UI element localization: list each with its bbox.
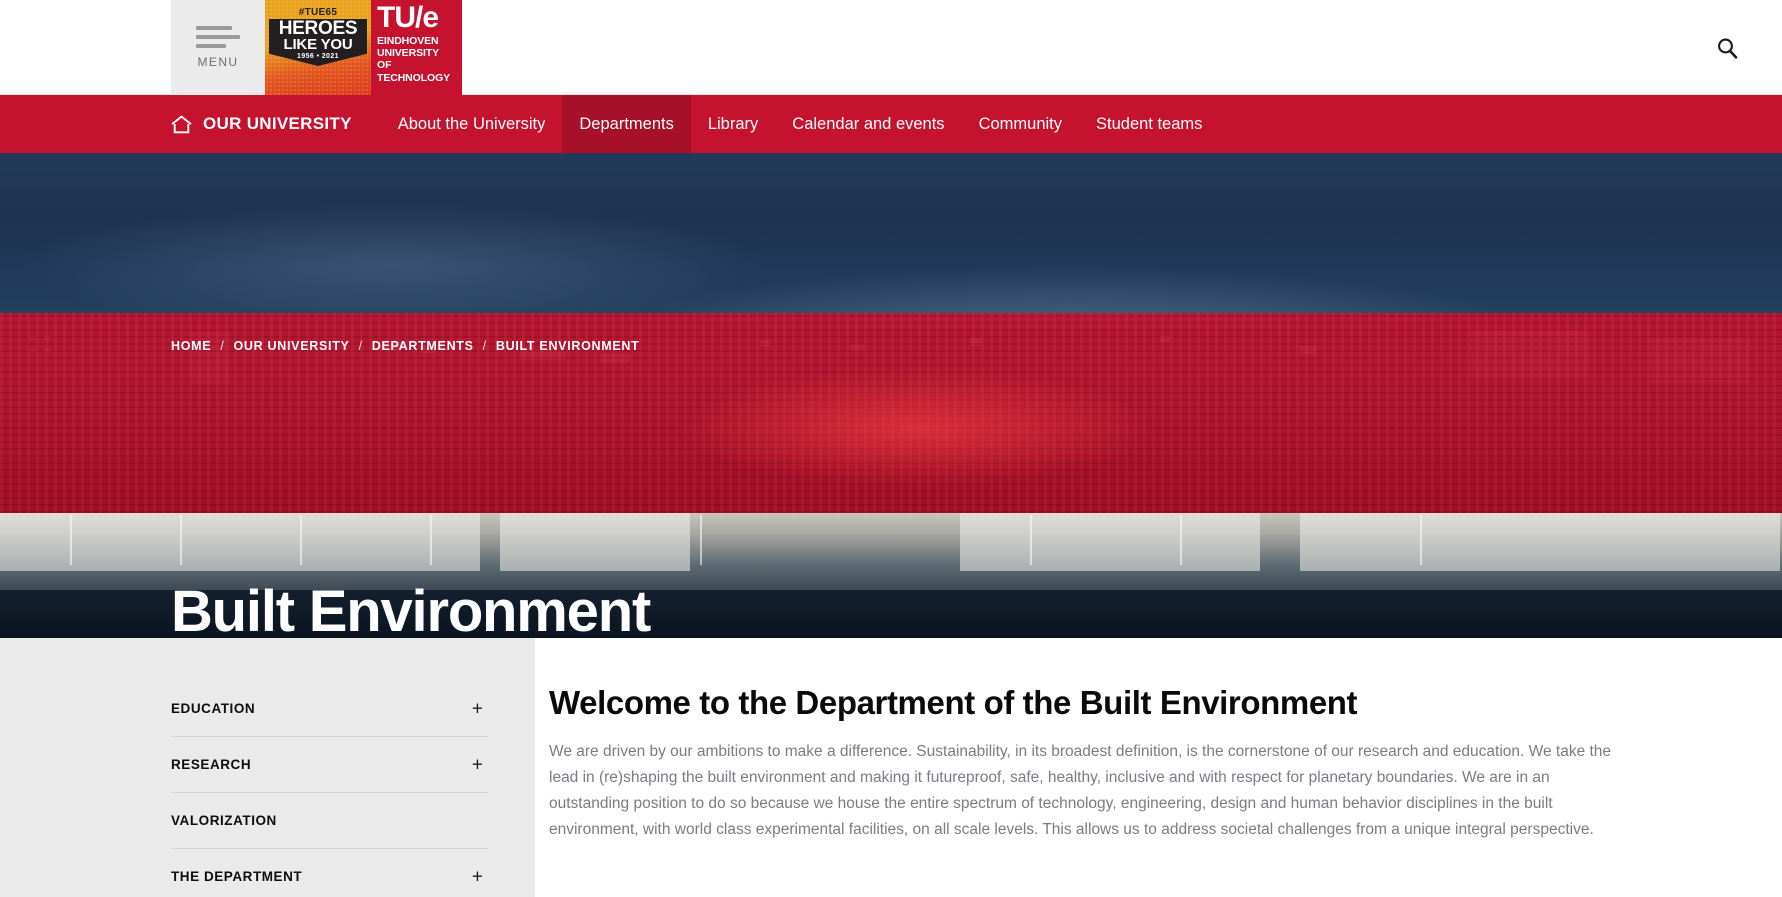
- badge-line-1: HEROES: [278, 18, 358, 39]
- search-button[interactable]: [1672, 0, 1782, 95]
- sidebar-item-the-department[interactable]: THE DEPARTMENT +: [171, 849, 488, 897]
- hamburger-icon: [196, 26, 240, 48]
- badge-years: 1956 • 2021: [297, 53, 339, 60]
- home-icon: [171, 115, 192, 133]
- site-header: MENU #TUE65 HEROES LIKE YOU 1956 • 2021 …: [0, 0, 1782, 95]
- search-icon: [1718, 38, 1738, 59]
- tue-wordmark: TU/e: [377, 1, 439, 34]
- badge-hashtag: #TUE65: [298, 7, 338, 18]
- sidebar-item-research[interactable]: RESEARCH +: [171, 737, 488, 793]
- breadcrumb: HOME / OUR UNIVERSITY / DEPARTMENTS / BU…: [171, 339, 639, 353]
- breadcrumb-separator: /: [358, 339, 363, 353]
- sidebar-menu: EDUCATION + RESEARCH + VALORIZATION THE …: [171, 681, 488, 897]
- breadcrumb-item[interactable]: HOME: [171, 339, 211, 353]
- sidebar-item-label: EDUCATION: [171, 701, 256, 716]
- breadcrumb-separator: /: [220, 339, 225, 353]
- sidebar: EDUCATION + RESEARCH + VALORIZATION THE …: [0, 638, 535, 897]
- page-root: MENU #TUE65 HEROES LIKE YOU 1956 • 2021 …: [0, 0, 1782, 897]
- primary-navigation: OUR UNIVERSITY About the University Depa…: [0, 95, 1782, 153]
- breadcrumb-item[interactable]: OUR UNIVERSITY: [234, 339, 350, 353]
- breadcrumb-separator: /: [482, 339, 487, 353]
- menu-button-label: MENU: [197, 55, 239, 69]
- nav-item-student-teams[interactable]: Student teams: [1079, 95, 1219, 153]
- sidebar-item-valorization[interactable]: VALORIZATION: [171, 793, 488, 849]
- hero-red-glow: [677, 368, 1158, 488]
- nav-item-library[interactable]: Library: [691, 95, 775, 153]
- welcome-heading: Welcome to the Department of the Built E…: [549, 684, 1358, 721]
- nav-item-departments[interactable]: Departments: [562, 95, 691, 153]
- menu-button[interactable]: MENU: [171, 0, 265, 95]
- sidebar-item-label: RESEARCH: [171, 757, 252, 772]
- plus-icon[interactable]: +: [472, 755, 483, 774]
- nav-item-community[interactable]: Community: [962, 95, 1079, 153]
- sidebar-item-education[interactable]: EDUCATION +: [171, 681, 488, 737]
- breadcrumb-item[interactable]: DEPARTMENTS: [372, 339, 474, 353]
- nav-item-calendar-and-events[interactable]: Calendar and events: [775, 95, 961, 153]
- page-content: EDUCATION + RESEARCH + VALORIZATION THE …: [0, 638, 1782, 897]
- hero-banner: HOME / OUR UNIVERSITY / DEPARTMENTS / BU…: [0, 153, 1782, 638]
- tue-logo-subtitle: EINDHOVEN UNIVERSITY OF TECHNOLOGY: [377, 35, 451, 84]
- breadcrumb-item-current: BUILT ENVIRONMENT: [495, 339, 640, 353]
- tue65-heroes-badge[interactable]: #TUE65 HEROES LIKE YOU 1956 • 2021: [265, 0, 371, 95]
- welcome-paragraph: We are driven by our ambitions to make a…: [549, 743, 1612, 838]
- nav-item-about-the-university[interactable]: About the University: [381, 95, 563, 153]
- nav-home-our-university[interactable]: OUR UNIVERSITY: [171, 95, 381, 153]
- page-title: Built Environment: [171, 579, 651, 639]
- tue-logo[interactable]: TU/e EINDHOVEN UNIVERSITY OF TECHNOLOGY: [371, 0, 462, 95]
- main-column: Welcome to the Department of the Built E…: [535, 638, 1782, 897]
- sidebar-item-label: THE DEPARTMENT: [171, 869, 303, 884]
- plus-icon[interactable]: +: [472, 699, 483, 718]
- plus-icon[interactable]: +: [472, 867, 483, 886]
- badge-line-2: LIKE YOU: [283, 36, 353, 53]
- sidebar-item-label: VALORIZATION: [171, 813, 277, 828]
- nav-brand-label: OUR UNIVERSITY: [203, 114, 352, 133]
